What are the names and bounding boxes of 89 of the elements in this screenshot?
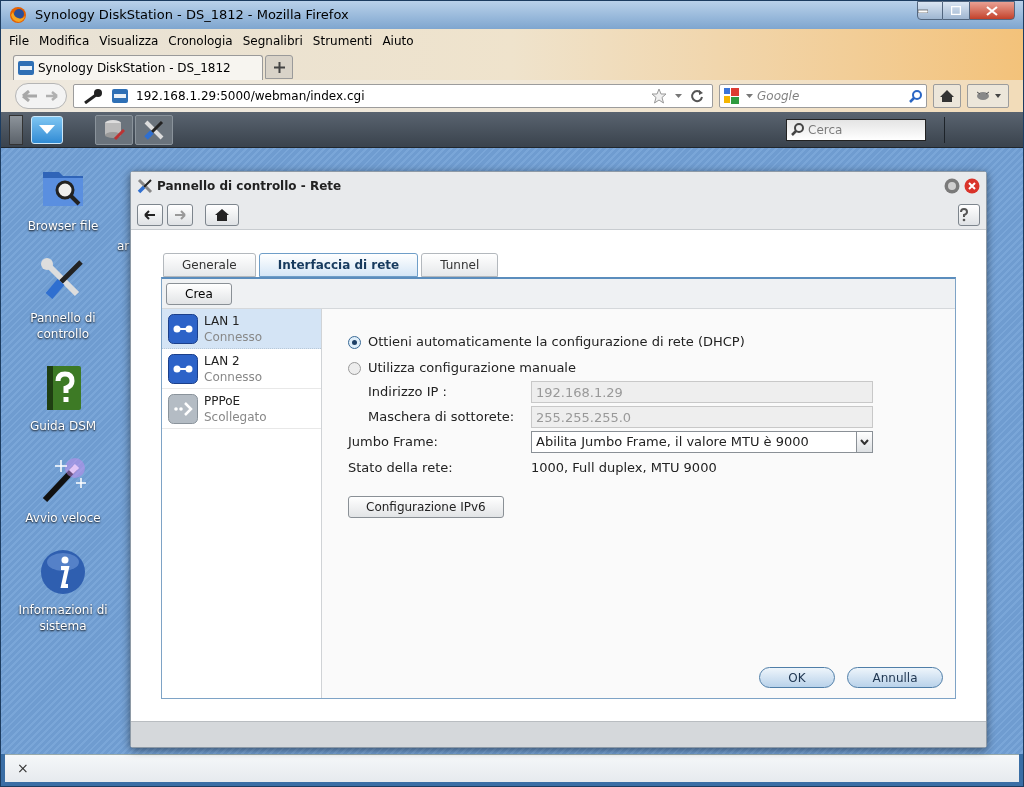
dropdown[interactable]: Abilita Jumbo Frame, il valore MTU è 9000 xyxy=(531,431,873,453)
reload-icon xyxy=(690,89,704,103)
dsm-favicon-icon xyxy=(18,61,34,75)
field-label: Indirizzo IP : xyxy=(367,383,448,402)
wrench-screwdriver-icon xyxy=(137,178,153,194)
home-button[interactable] xyxy=(933,84,961,108)
dialog-title: Pannello di controllo - Rete xyxy=(157,178,342,195)
bug-icon xyxy=(975,90,991,102)
minimize-button[interactable] xyxy=(917,1,943,20)
close-icon xyxy=(964,178,980,194)
interface-name: PPPoE xyxy=(204,392,242,409)
radio-label: Ottieni automaticamente la configurazione di rete (DHCP) xyxy=(368,333,745,352)
menu-item[interactable]: Visualizza xyxy=(99,32,159,50)
menu-item[interactable]: Cronologia xyxy=(168,32,233,50)
help-button[interactable] xyxy=(958,203,980,226)
search-icon xyxy=(791,123,804,136)
network-link-icon xyxy=(168,353,198,384)
tab[interactable]: Generale xyxy=(163,253,256,277)
field-label: Stato della rete: xyxy=(348,459,454,477)
chevron-down-icon xyxy=(860,439,869,445)
tab-title: Synology DiskStation - DS_1812 xyxy=(38,60,231,77)
wrench-screwdriver-icon xyxy=(143,118,165,141)
main-menu-button[interactable] xyxy=(31,115,63,144)
create-button[interactable]: Crea xyxy=(166,282,232,305)
menu-item[interactable]: File xyxy=(9,32,30,50)
database-icon xyxy=(103,118,125,141)
info-icon xyxy=(39,548,87,596)
interface-list-item[interactable]: LAN 1 Connesso xyxy=(162,309,321,349)
status-value: 1000, Full duplex, MTU 9000 xyxy=(531,459,718,478)
address-bar[interactable]: 192.168.1.29:5000/webman/index.cgi xyxy=(73,84,713,108)
field-label: Maschera di sottorete: xyxy=(367,408,516,427)
interface-status: Connesso xyxy=(204,368,263,385)
star-icon xyxy=(651,88,667,104)
cancel-button[interactable]: Annulla xyxy=(847,667,943,688)
taskbar-handle xyxy=(9,114,23,145)
field-label: Jumbo Frame: xyxy=(348,433,439,452)
home-icon xyxy=(215,208,229,221)
dsm-favicon-icon xyxy=(112,89,128,103)
dropdown-arrow-icon xyxy=(675,94,682,98)
radio-label: Utilizza configurazione manuale xyxy=(368,359,576,378)
maximize-icon xyxy=(951,6,961,15)
forward-button[interactable] xyxy=(167,203,193,226)
addon-button[interactable] xyxy=(967,84,1009,108)
back-arrow-icon xyxy=(22,90,38,102)
menu-item[interactable]: Segnalibri xyxy=(242,32,303,50)
search-field[interactable]: Cerca xyxy=(786,118,926,141)
search-input[interactable]: Cerca xyxy=(808,120,921,139)
interface-status: Connesso xyxy=(204,328,263,345)
search-icon xyxy=(909,89,922,103)
search-field[interactable]: Google xyxy=(719,84,927,108)
firefox-logo-icon xyxy=(9,6,27,24)
url-text: 192.168.1.29:5000/webman/index.cgi xyxy=(136,88,365,105)
interface-status: Scollegato xyxy=(204,408,267,425)
interface-name: LAN 2 xyxy=(204,352,241,369)
dropdown-arrow-icon xyxy=(995,94,1001,98)
back-button[interactable] xyxy=(137,203,163,226)
minimize-icon xyxy=(918,8,928,13)
google-logo-icon xyxy=(724,88,742,104)
close-button[interactable] xyxy=(969,1,1015,20)
browser-tab[interactable]: Synology DiskStation - DS_1812 xyxy=(13,55,263,80)
close-button[interactable]: × xyxy=(17,758,29,779)
interface-name: LAN 1 xyxy=(204,312,241,329)
help-icon xyxy=(959,207,969,222)
close-icon xyxy=(986,5,998,16)
menu-item[interactable]: Modifica xyxy=(39,32,90,50)
home-icon xyxy=(939,89,955,103)
dropdown-arrow-icon xyxy=(746,94,753,98)
ipv6-button[interactable]: Configurazione IPv6 xyxy=(348,496,504,518)
back-arrow-icon xyxy=(144,209,156,220)
minimize-icon xyxy=(944,178,960,194)
maximize-button[interactable] xyxy=(943,1,969,20)
radio-button[interactable] xyxy=(348,361,361,375)
menu-item[interactable]: Aiuto xyxy=(382,32,414,50)
radio-button[interactable] xyxy=(348,335,361,349)
menu-item[interactable]: Strumenti xyxy=(312,32,373,50)
plus-icon xyxy=(273,61,285,73)
home-button[interactable] xyxy=(205,203,239,226)
new-tab-button[interactable] xyxy=(265,55,293,79)
search-input[interactable]: Google xyxy=(757,87,905,105)
forward-arrow-icon xyxy=(174,209,186,220)
tab[interactable]: Tunnel xyxy=(421,253,499,277)
window-title: Synology DiskStation - DS_1812 - Mozilla Firefox xyxy=(35,6,349,25)
network-link-icon xyxy=(168,313,198,344)
key-icon xyxy=(82,88,104,104)
ok-button[interactable]: OK xyxy=(759,667,835,688)
forward-arrow-icon xyxy=(46,91,58,101)
caret-icon xyxy=(39,125,55,134)
taskbar-app-button[interactable] xyxy=(135,114,173,145)
tab[interactable]: Interfaccia di rete xyxy=(258,253,419,277)
